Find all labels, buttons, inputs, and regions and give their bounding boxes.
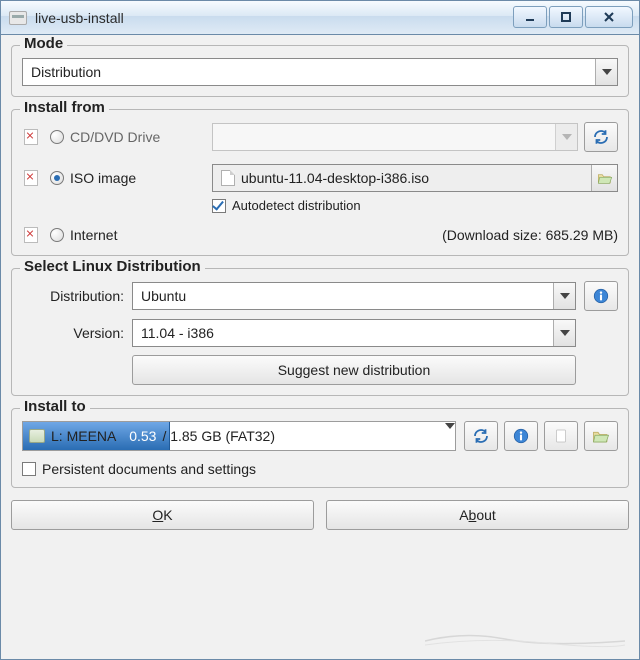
radio-iso[interactable] [50,171,64,185]
legend-mode: Mode [20,35,67,52]
mode-combo[interactable]: Distribution [22,58,618,86]
autodetect-label: Autodetect distribution [232,198,361,213]
group-select-dist: Select Linux Distribution Distribution: … [11,268,629,396]
window-controls [513,8,633,28]
chevron-down-icon [602,69,612,75]
about-u: b [469,507,477,523]
chevron-down-icon [560,293,570,299]
close-button[interactable] [585,6,633,28]
chevron-down-icon [560,330,570,336]
about-button[interactable]: About [326,500,629,530]
cddvd-combo-arrow [555,124,577,150]
about-post: out [476,507,495,523]
distribution-label: Distribution: [22,288,132,304]
minimize-button[interactable] [513,6,547,28]
drive-blank-button-1[interactable] [544,421,578,451]
mode-combo-arrow[interactable] [595,59,617,85]
decorative-scratch [425,629,625,649]
distribution-combo-text: Ubuntu [141,288,553,304]
legend-select-dist: Select Linux Distribution [20,258,205,275]
iso-file-field[interactable]: ubuntu-11.04-desktop-i386.iso [212,164,618,192]
drive-combo[interactable]: L: MEENA 0.53 / 1.85 GB (FAT32) [22,421,456,451]
group-mode: Mode Distribution [11,45,629,97]
refresh-icon [472,427,490,445]
chevron-down-icon [562,134,572,140]
maximize-button[interactable] [549,6,583,28]
drive-total: / 1.85 GB (FAT32) [162,428,275,444]
drive-combo-arrow[interactable] [445,429,455,444]
window-title: live-usb-install [35,10,513,26]
ok-button[interactable]: OK [11,500,314,530]
mode-combo-text: Distribution [31,64,595,80]
refresh-icon [592,128,610,146]
info-icon [512,427,530,445]
autodetect-checkbox[interactable] [212,199,226,213]
close-icon [603,11,615,23]
client-area: Mode Distribution Install from CD/DVD Dr… [0,34,640,660]
drive-icon [29,429,45,443]
folder-open-icon [597,171,613,185]
ok-u: O [152,507,163,523]
info-icon [592,287,610,305]
radio-internet[interactable] [50,228,64,242]
suggest-distribution-label: Suggest new distribution [278,362,431,378]
chevron-down-icon [445,423,455,444]
drive-used: 0.53 [129,428,162,444]
radio-cddvd[interactable] [50,130,64,144]
distribution-info-button[interactable] [584,281,618,311]
drive-open-button[interactable] [584,421,618,451]
suggest-distribution-button[interactable]: Suggest new distribution [132,355,576,385]
group-install-from: Install from CD/DVD Drive ISO image [11,109,629,256]
folder-open-icon [592,427,610,445]
distribution-combo-arrow[interactable] [553,283,575,309]
legend-install-from: Install from [20,99,109,116]
version-combo[interactable]: 11.04 - i386 [132,319,576,347]
version-combo-arrow[interactable] [553,320,575,346]
drive-info-button[interactable] [504,421,538,451]
iso-file-text: ubuntu-11.04-desktop-i386.iso [241,170,591,186]
iso-browse-button[interactable] [591,165,617,191]
button-bar: OK About [11,500,629,530]
doc-x-icon [22,225,42,245]
version-label: Version: [22,325,132,341]
ok-post: K [163,507,172,523]
legend-install-to: Install to [20,398,90,415]
maximize-icon [560,11,572,23]
persistent-label: Persistent documents and settings [42,461,256,477]
version-combo-text: 11.04 - i386 [141,325,553,341]
titlebar: live-usb-install [0,0,640,34]
radio-internet-label: Internet [70,227,117,243]
file-icon [221,170,235,186]
app-icon [9,11,27,25]
doc-x-icon [22,168,42,188]
doc-x-icon [22,127,42,147]
drive-refresh-button[interactable] [464,421,498,451]
distribution-combo[interactable]: Ubuntu [132,282,576,310]
group-install-to: Install to L: MEENA 0.53 / 1.85 GB (FAT3… [11,408,629,488]
radio-cddvd-label: CD/DVD Drive [70,129,160,145]
persistent-checkbox[interactable] [22,462,36,476]
drive-label: L: MEENA [51,428,116,444]
minimize-icon [524,11,536,23]
page-icon [552,427,570,445]
about-pre: A [459,507,468,523]
cddvd-refresh-button[interactable] [584,122,618,152]
download-size-text: (Download size: 685.29 MB) [212,227,618,243]
cddvd-combo [212,123,578,151]
radio-iso-label: ISO image [70,170,136,186]
